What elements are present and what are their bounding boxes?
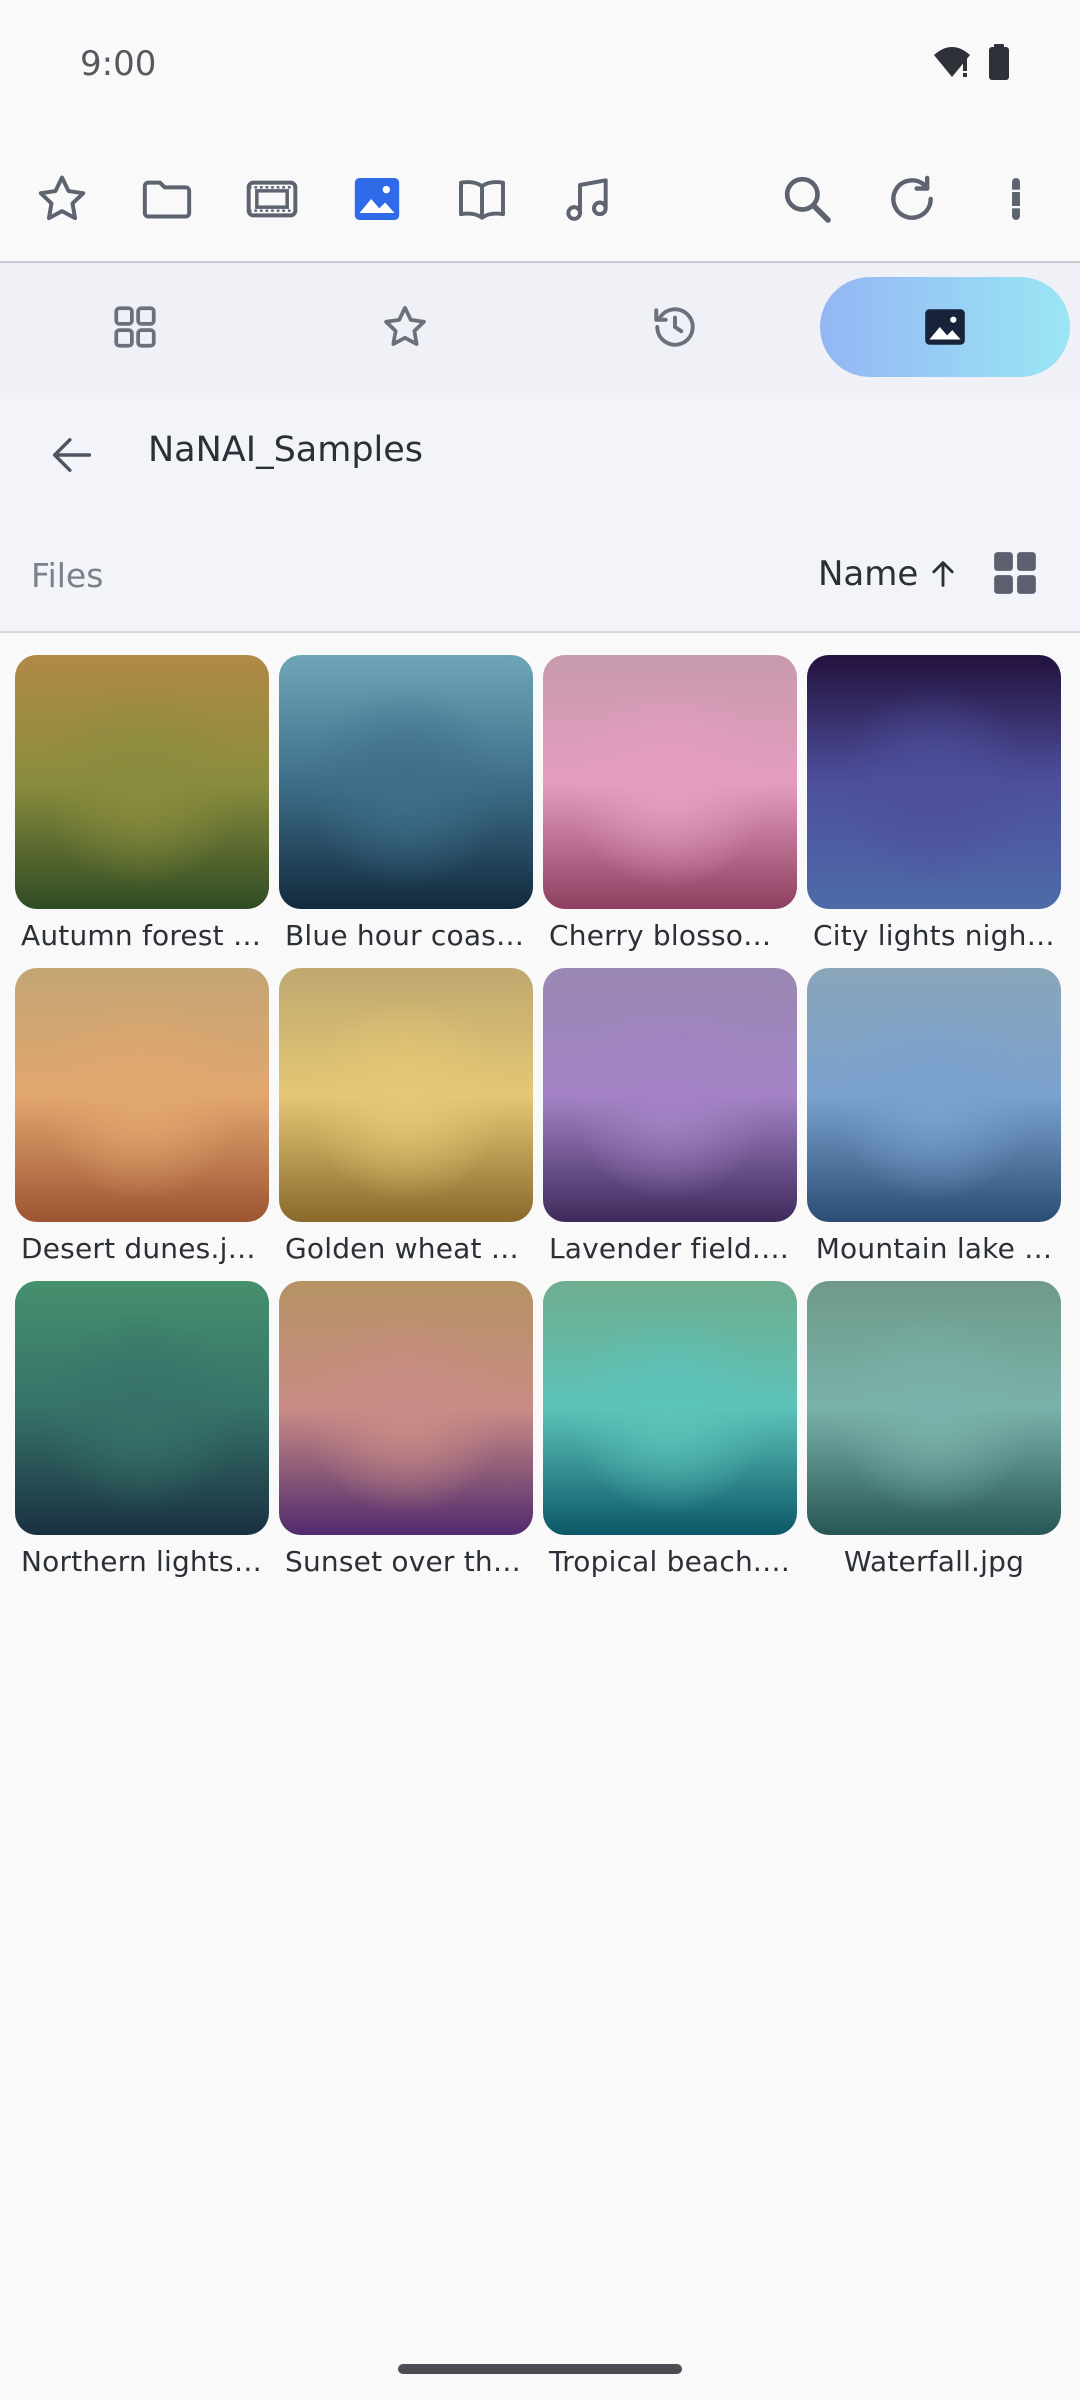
image-icon — [354, 178, 400, 220]
battery-icon — [988, 44, 1010, 84]
image-thumbnail — [807, 968, 1061, 1222]
image-filename: Golden wheat fi… — [285, 1232, 533, 1265]
image-filename: Sunset over the … — [285, 1545, 533, 1578]
image-tile[interactable]: Blue hour coastl… — [279, 655, 533, 968]
status-time: 9:00 — [80, 44, 157, 84]
image-filename: Autumn forest t… — [21, 919, 269, 952]
sort-label: Name — [818, 554, 919, 594]
refresh-icon — [891, 175, 933, 220]
image-filename: Blue hour coastl… — [285, 919, 533, 952]
image-tile[interactable]: Lavender field.jpg — [543, 968, 797, 1281]
video-icon — [246, 180, 298, 218]
sort-button[interactable]: Name — [818, 554, 960, 594]
music-button[interactable] — [551, 163, 623, 235]
image-thumbnail — [15, 655, 269, 909]
image-thumbnail — [543, 1281, 797, 1535]
image-thumbnail — [807, 655, 1061, 909]
image-filename: Lavender field.jpg — [549, 1232, 797, 1265]
back-button[interactable] — [40, 423, 104, 487]
tab-images[interactable] — [820, 277, 1070, 377]
book-icon — [459, 180, 505, 220]
tab-recent[interactable] — [550, 277, 800, 377]
image-thumbnail — [279, 1281, 533, 1535]
wifi-alert-icon — [932, 45, 972, 83]
view-tabs — [0, 263, 1080, 393]
image-tile[interactable]: Cherry blossom … — [543, 655, 797, 968]
app-root: 9:00 NaNAI_Samples Files Name Autumn for… — [0, 0, 1080, 2400]
image-filename: Mountain lake … — [815, 1232, 1053, 1265]
image-tile[interactable]: Autumn forest t… — [15, 655, 269, 968]
star-outline-icon — [38, 175, 86, 221]
image-thumbnail — [807, 1281, 1061, 1535]
music-note-icon — [566, 178, 608, 221]
image-filename: Tropical beach.j… — [549, 1545, 797, 1578]
image-thumbnail — [543, 968, 797, 1222]
folder-title: NaNAI_Samples — [148, 430, 424, 470]
image-grid: Autumn forest t… Blue hour coastl… Cherry … — [15, 655, 1065, 1594]
folder-header: NaNAI_Samples — [0, 393, 1080, 518]
image-tile[interactable]: Northern lights.… — [15, 1281, 269, 1594]
files-label: Files — [31, 556, 104, 595]
image-thumbnail — [15, 968, 269, 1222]
refresh-button[interactable] — [876, 163, 948, 235]
image-filename: Cherry blossom … — [549, 919, 797, 952]
books-button[interactable] — [446, 163, 518, 235]
image-tile[interactable]: Desert dunes.jpg — [15, 968, 269, 1281]
image-tile[interactable]: Sunset over the … — [279, 1281, 533, 1594]
view-mode-button[interactable] — [990, 548, 1040, 602]
tab-favorites[interactable] — [280, 277, 530, 377]
status-icons — [932, 44, 1010, 84]
arrow-back-icon — [52, 438, 92, 472]
grid-view-icon — [994, 552, 1036, 594]
image-thumbnail — [279, 968, 533, 1222]
arrow-up-icon — [932, 561, 954, 587]
image-thumbnail — [543, 655, 797, 909]
image-tile[interactable]: Mountain lake … — [807, 968, 1061, 1281]
image-filename: Northern lights.… — [21, 1545, 269, 1578]
video-button[interactable] — [236, 163, 308, 235]
folder-icon — [142, 180, 192, 219]
files-bar: Files Name — [0, 518, 1080, 633]
top-toolbar — [0, 135, 1080, 263]
tab-all[interactable] — [10, 277, 260, 377]
image-filename: City lights night… — [813, 919, 1061, 952]
grid-icon — [114, 306, 156, 348]
image-tile[interactable]: Golden wheat fi… — [279, 968, 533, 1281]
more-options-button[interactable] — [980, 163, 1052, 235]
history-icon — [654, 307, 695, 347]
image-tile[interactable]: City lights night… — [807, 655, 1061, 968]
image-filename: Waterfall.jpg — [843, 1545, 1025, 1578]
search-icon — [784, 176, 831, 223]
image-thumbnail — [279, 655, 533, 909]
favorites-button[interactable] — [26, 163, 98, 235]
image-tile[interactable]: Waterfall.jpg — [807, 1281, 1061, 1594]
image-thumbnail — [15, 1281, 269, 1535]
image-tile[interactable]: Tropical beach.j… — [543, 1281, 797, 1594]
image-filename: Desert dunes.jpg — [21, 1232, 264, 1265]
folder-button[interactable] — [131, 163, 203, 235]
search-button[interactable] — [771, 163, 843, 235]
star-outline-icon — [384, 305, 426, 346]
more-vert-icon — [1012, 178, 1020, 220]
gesture-handle[interactable] — [398, 2364, 682, 2374]
image-icon — [925, 309, 965, 345]
status-bar: 9:00 — [0, 0, 1080, 135]
images-button[interactable] — [341, 163, 413, 235]
